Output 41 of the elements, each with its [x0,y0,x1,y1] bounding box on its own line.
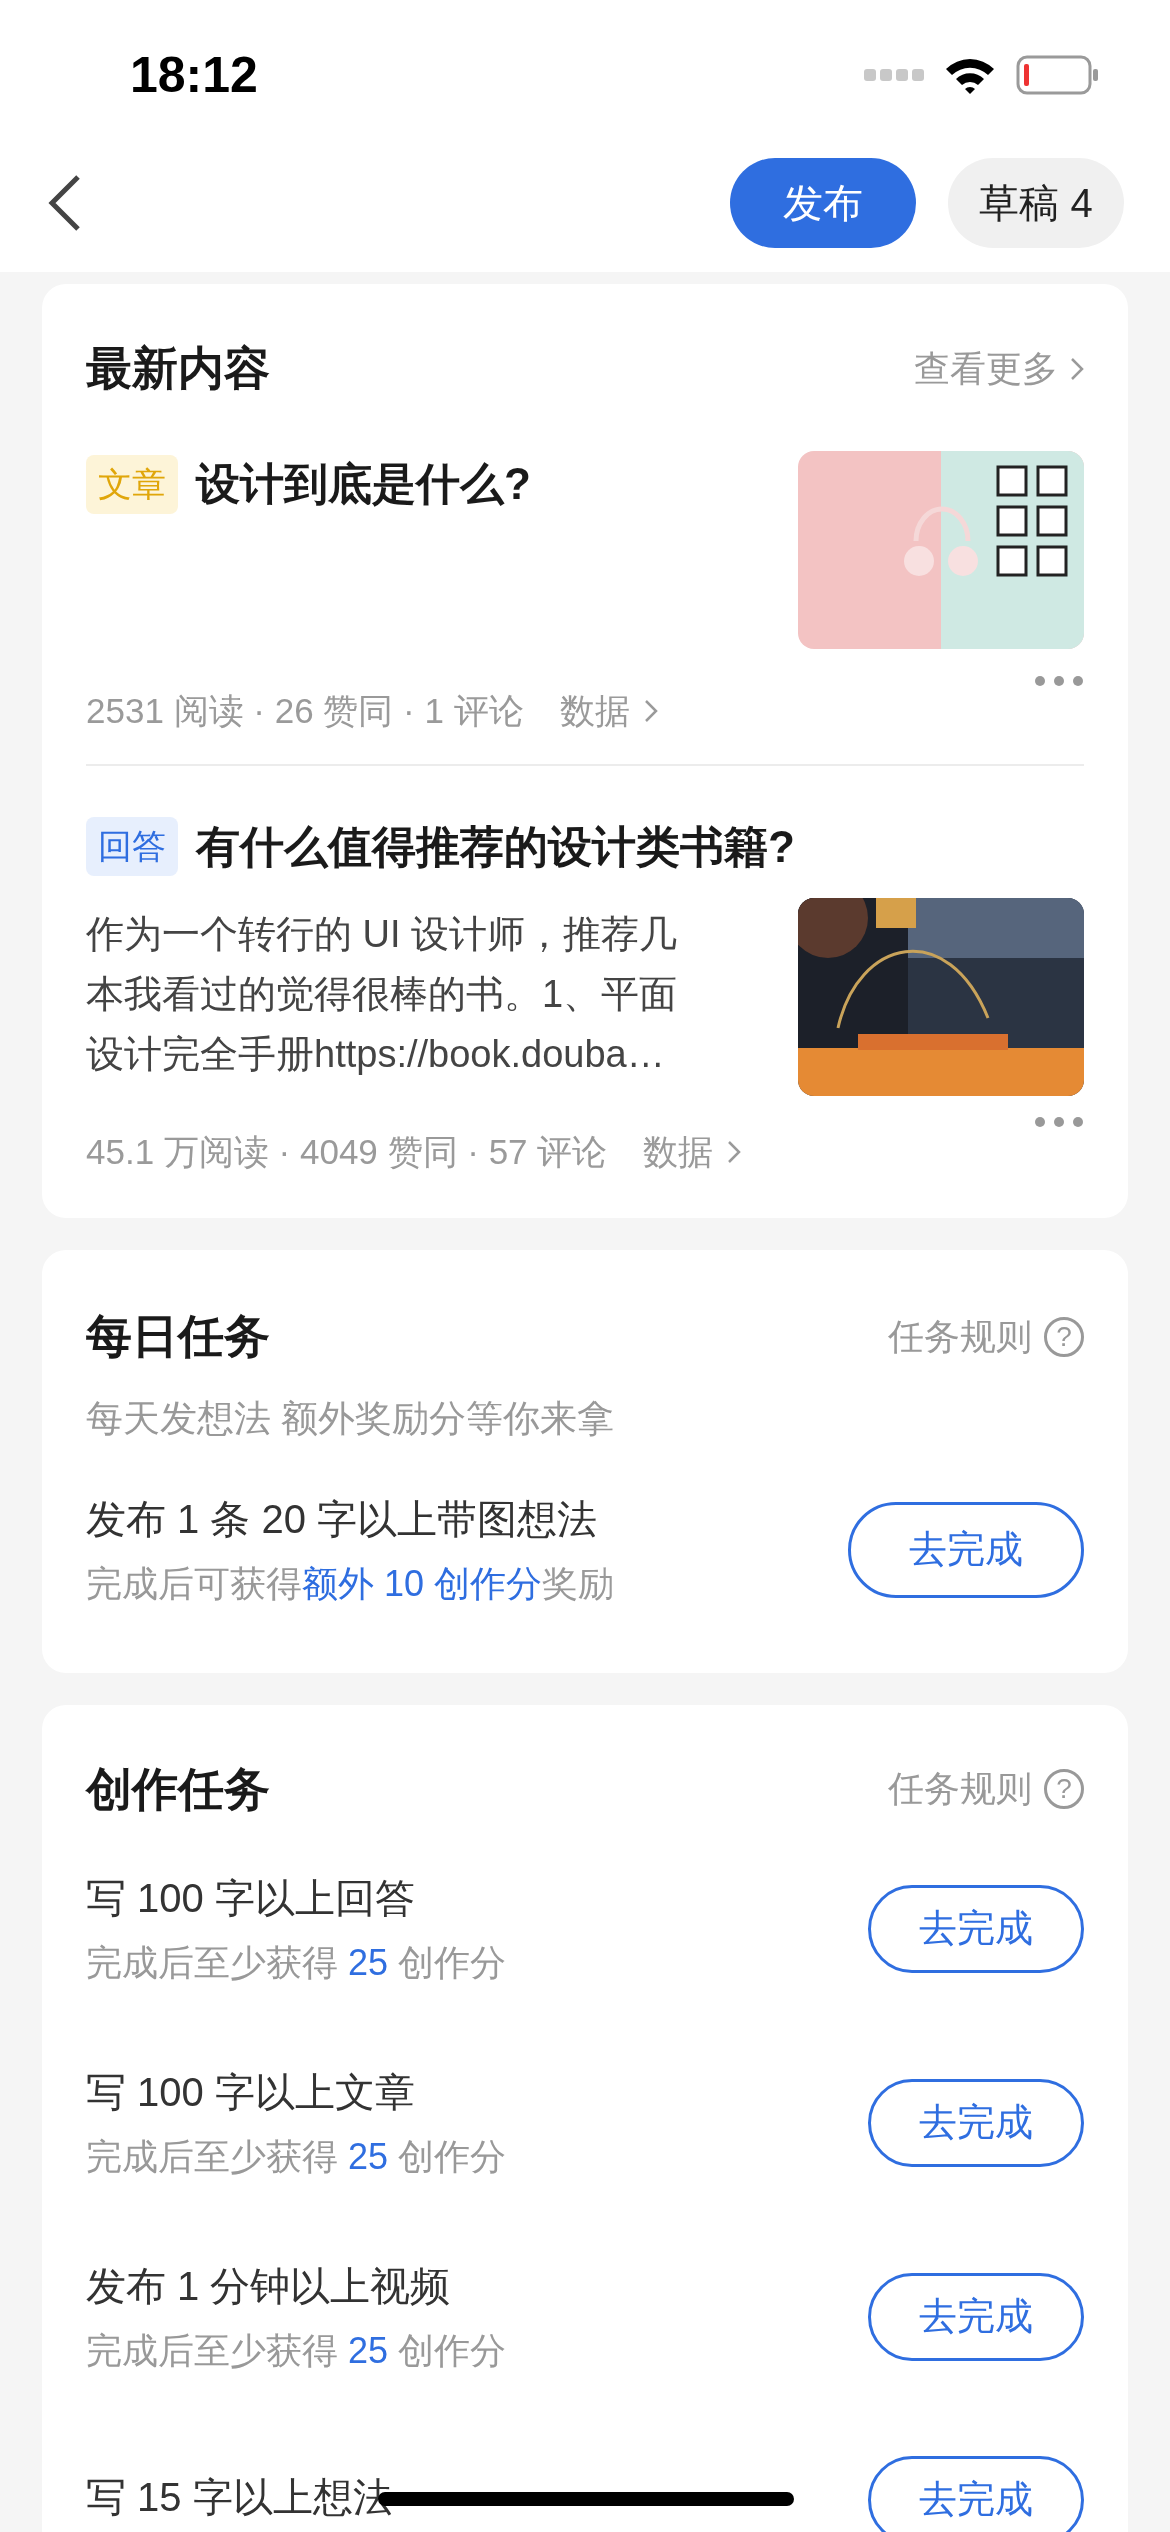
section-title: 最新内容 [86,341,270,396]
task-title: 写 100 字以上回答 [86,1874,416,1922]
complete-button[interactable]: 去完成 [848,1501,1084,1598]
task-title: 发布 1 分钟以上视频 [86,2262,452,2310]
data-link[interactable]: 数据 [559,685,658,738]
task-reward: 完成后至少获得 25 创作分 [86,2328,507,2373]
content-stats: 2531 阅读 · 26 赞同 · 1 评论 [86,690,524,732]
task-reward: 完成后至少获得 25 创作分 [86,1940,507,1985]
task-title: 发布 1 条 20 字以上带图想法 [86,1495,599,1543]
more-link[interactable]: 查看更多 [914,341,1084,396]
complete-button[interactable]: 去完成 [868,2272,1084,2361]
complete-button[interactable]: 去完成 [868,2078,1084,2167]
content-excerpt: 作为一个转行的 UI 设计师，推荐几 本我看过的觉得很棒的书。1、平面 设计完全手册https://book.douba… [86,911,679,1077]
rules-link[interactable]: 任务规则 [888,1762,1032,1816]
task-reward: 完成后可获得额外 10 创作分奖励 [86,1561,615,1606]
content-title[interactable]: 有什么值得推荐的设计类书籍? [196,813,795,880]
help-icon: ? [1044,1769,1084,1809]
more-icon[interactable] [1034,675,1084,687]
chevron-right-icon [1070,356,1084,381]
content-stats: 45.1 万阅读 · 4049 赞同 · 57 评论 [86,1130,608,1173]
publish-button[interactable]: 发布 [730,158,916,248]
complete-button[interactable]: 去完成 [868,1884,1084,1973]
chevron-right-icon [643,699,658,724]
task-title: 写 100 字以上文章 [86,2068,416,2116]
content-type-tag: 文章 [86,454,178,514]
section-subtitle: 每天发想法 额外奖励分等你来拿 [86,1397,616,1441]
section-title: 每日任务 [86,1309,270,1364]
battery-icon [1016,55,1100,95]
status-time: 18:12 [130,45,258,105]
complete-button[interactable]: 去完成 [868,2455,1084,2532]
signal-icon [864,67,924,83]
content-type-tag: 回答 [86,817,178,876]
chevron-right-icon [727,1139,742,1164]
drafts-button[interactable]: 草稿 4 [948,158,1124,248]
rules-link[interactable]: 任务规则 [888,1309,1032,1364]
help-icon: ? [1044,1316,1084,1357]
task-reward: 完成后至少获得 25 创作分 [86,2134,507,2179]
data-link[interactable]: 数据 [643,1125,742,1178]
more-icon[interactable] [1034,1115,1084,1128]
content-title[interactable]: 设计到底是什么? [196,451,531,517]
section-title: 创作任务 [86,1761,270,1817]
